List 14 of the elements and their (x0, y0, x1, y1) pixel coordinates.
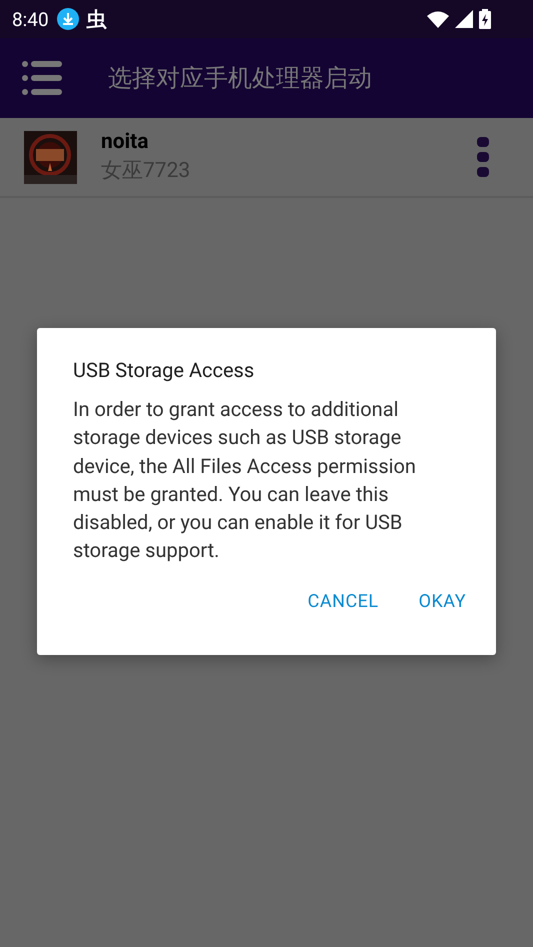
dialog-title: USB Storage Access (73, 358, 256, 382)
status-time: 8:40 (12, 8, 49, 30)
menu-icon[interactable] (22, 61, 62, 95)
app-title: 选择对应手机处理器启动 (108, 63, 372, 94)
dialog-message: In order to grant access to additional storage devices such as USB storage device, the All Files Access permission must be granted. You can leave this disabled, or you can enable it for USB storage support. (73, 396, 417, 564)
wifi-icon (427, 10, 449, 28)
more-icon[interactable] (477, 137, 489, 177)
cancel-button[interactable]: CANCEL (298, 582, 389, 620)
okay-button[interactable]: OKAY (408, 582, 476, 620)
notification-glyph: 虫 (86, 6, 107, 32)
game-name: noita (101, 130, 150, 154)
signal-icon (455, 10, 473, 28)
battery-icon (479, 9, 491, 29)
download-icon (56, 8, 79, 30)
